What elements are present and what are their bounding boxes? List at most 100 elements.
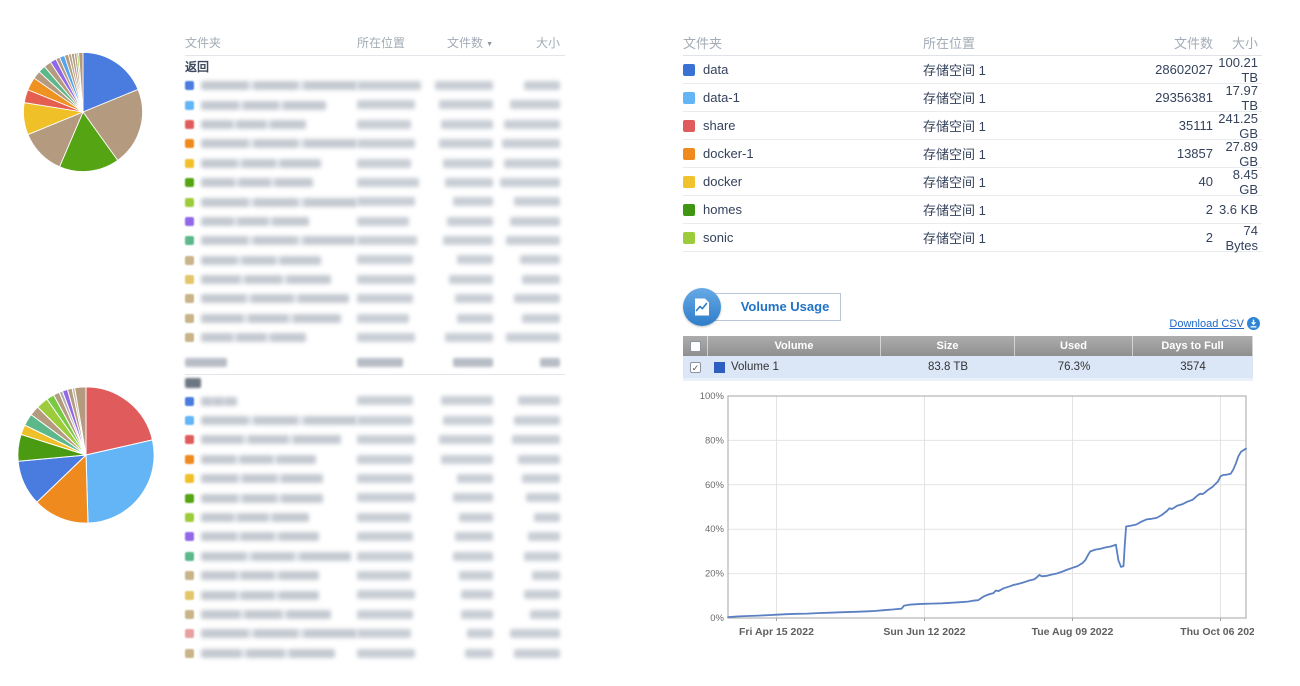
redacted-folder-cell	[185, 416, 357, 425]
redacted-count-cell	[427, 329, 493, 347]
redacted-table-row[interactable]	[185, 391, 565, 410]
folder-color-chip	[185, 294, 194, 303]
redacted-size-cell	[493, 567, 565, 585]
redacted-table-row[interactable]	[185, 76, 565, 95]
redacted-folder-cell	[185, 81, 357, 90]
redacted-count	[445, 333, 493, 342]
redacted-count-cell	[427, 232, 493, 250]
folder-count-cell: 28602027	[1091, 62, 1213, 77]
column-header-used[interactable]: Used	[1015, 336, 1133, 356]
folder-table-header: 文件夹 所在位置 文件数 大小	[683, 30, 1262, 56]
folder-color-chip	[185, 397, 194, 406]
redacted-table-row[interactable]	[185, 212, 565, 231]
redacted-table-row[interactable]	[185, 547, 565, 566]
folder-table-row[interactable]: share存储空间 135111241.25 GB	[683, 112, 1262, 140]
volume-checkbox[interactable]: ✓	[690, 362, 701, 373]
folder-table-row[interactable]: data-1存储空间 12935638117.97 TB	[683, 84, 1262, 112]
back-row-redacted[interactable]	[185, 375, 565, 391]
redacted-table-row[interactable]	[185, 469, 565, 488]
redacted-table-row[interactable]	[185, 115, 565, 134]
redacted-folder-cell	[185, 552, 357, 561]
redacted-table-row[interactable]	[185, 566, 565, 585]
redacted-folder-cell	[185, 571, 357, 580]
redacted-count	[439, 139, 493, 148]
redacted-count-cell	[427, 77, 493, 95]
redacted-folder-cell	[185, 198, 357, 207]
redacted-table-row[interactable]	[185, 270, 565, 289]
column-header-volume[interactable]: Volume	[708, 336, 881, 356]
redacted-table-row[interactable]	[185, 527, 565, 546]
redacted-header-folder	[185, 358, 227, 367]
redacted-table-row[interactable]	[185, 328, 565, 347]
folder-name-cell: share	[683, 118, 923, 133]
folder-table-row[interactable]: docker-1存储空间 11385727.89 GB	[683, 140, 1262, 168]
folder-table-row[interactable]: data存储空间 128602027100.21 TB	[683, 56, 1262, 84]
redacted-table-row[interactable]	[185, 508, 565, 527]
redacted-size-cell	[493, 96, 565, 114]
volume-table-row[interactable]: ✓Volume 183.8 TB76.3%3574	[683, 356, 1253, 378]
redacted-table-row[interactable]	[185, 173, 565, 192]
column-header-folder[interactable]: 文件夹	[185, 34, 357, 51]
folder-color-chip	[185, 275, 194, 284]
redacted-location	[357, 435, 415, 444]
column-header-folder[interactable]: 文件夹	[683, 33, 923, 52]
folder-table-row[interactable]: homes存储空间 123.6 KB	[683, 196, 1262, 224]
folder-size-cell: 241.25 GB	[1213, 111, 1262, 141]
redacted-location-cell	[357, 290, 427, 308]
column-header-days-to-full[interactable]: Days to Full	[1133, 336, 1253, 356]
redacted-table-row[interactable]	[185, 95, 565, 114]
folder-size-cell: 3.6 KB	[1213, 202, 1262, 217]
x-axis-label: Thu Oct 06 2022	[1180, 626, 1254, 638]
redacted-table-row[interactable]	[185, 644, 565, 663]
redacted-count	[441, 396, 493, 405]
column-header-count[interactable]: 文件数▼	[427, 34, 493, 51]
select-all-checkbox[interactable]	[690, 341, 701, 352]
folder-table-row[interactable]: sonic存储空间 1274 Bytes	[683, 224, 1262, 252]
column-header-size[interactable]: 大小	[1213, 33, 1262, 52]
column-header-count[interactable]: 文件数	[1091, 33, 1213, 52]
column-header-size[interactable]: Size	[881, 336, 1015, 356]
folder-table-row[interactable]: docker存储空间 1408.45 GB	[683, 168, 1262, 196]
redacted-table-row[interactable]	[185, 585, 565, 604]
redacted-header-size	[540, 358, 560, 367]
redacted-table-row[interactable]	[185, 488, 565, 507]
redacted-location-cell	[357, 77, 427, 95]
redacted-table-row[interactable]	[185, 411, 565, 430]
column-header-location[interactable]: 所在位置	[357, 34, 427, 51]
folder-location-cell: 存储空间 1	[923, 200, 1091, 219]
back-row[interactable]: 返回	[185, 56, 565, 76]
redacted-table-row[interactable]	[185, 192, 565, 211]
left-file-tables: 文件夹 所在位置 文件数▼ 大小 返回	[185, 30, 565, 663]
redacted-count	[439, 100, 493, 109]
folder-color-chip	[185, 101, 194, 110]
volume-name-label: Volume 1	[731, 361, 779, 373]
redacted-table-row[interactable]	[185, 231, 565, 250]
folder-location-cell: 存储空间 1	[923, 144, 1091, 163]
chart-document-icon	[691, 296, 713, 318]
redacted-size	[522, 314, 560, 323]
redacted-location	[357, 649, 415, 658]
redacted-location	[357, 513, 411, 522]
redacted-folder-name	[201, 101, 326, 110]
redacted-location	[357, 571, 411, 580]
redacted-location-cell	[357, 212, 427, 230]
redacted-size	[510, 217, 560, 226]
folder-name-cell: data-1	[683, 90, 923, 105]
redacted-count-cell	[427, 586, 493, 604]
redacted-table-row[interactable]	[185, 134, 565, 153]
redacted-folder-cell	[185, 217, 357, 226]
redacted-table-row[interactable]	[185, 289, 565, 308]
redacted-location	[357, 493, 415, 502]
folder-name-cell: sonic	[683, 230, 923, 245]
redacted-table-row[interactable]	[185, 605, 565, 624]
redacted-table-row[interactable]	[185, 430, 565, 449]
redacted-table-row[interactable]	[185, 309, 565, 328]
redacted-count-cell	[427, 212, 493, 230]
column-header-location[interactable]: 所在位置	[923, 33, 1091, 52]
redacted-table-row[interactable]	[185, 251, 565, 270]
redacted-table-row[interactable]	[185, 154, 565, 173]
download-csv-link[interactable]: Download CSV	[1169, 317, 1260, 330]
column-header-size[interactable]: 大小	[493, 34, 565, 51]
redacted-table-row[interactable]	[185, 450, 565, 469]
redacted-table-row[interactable]	[185, 624, 565, 643]
